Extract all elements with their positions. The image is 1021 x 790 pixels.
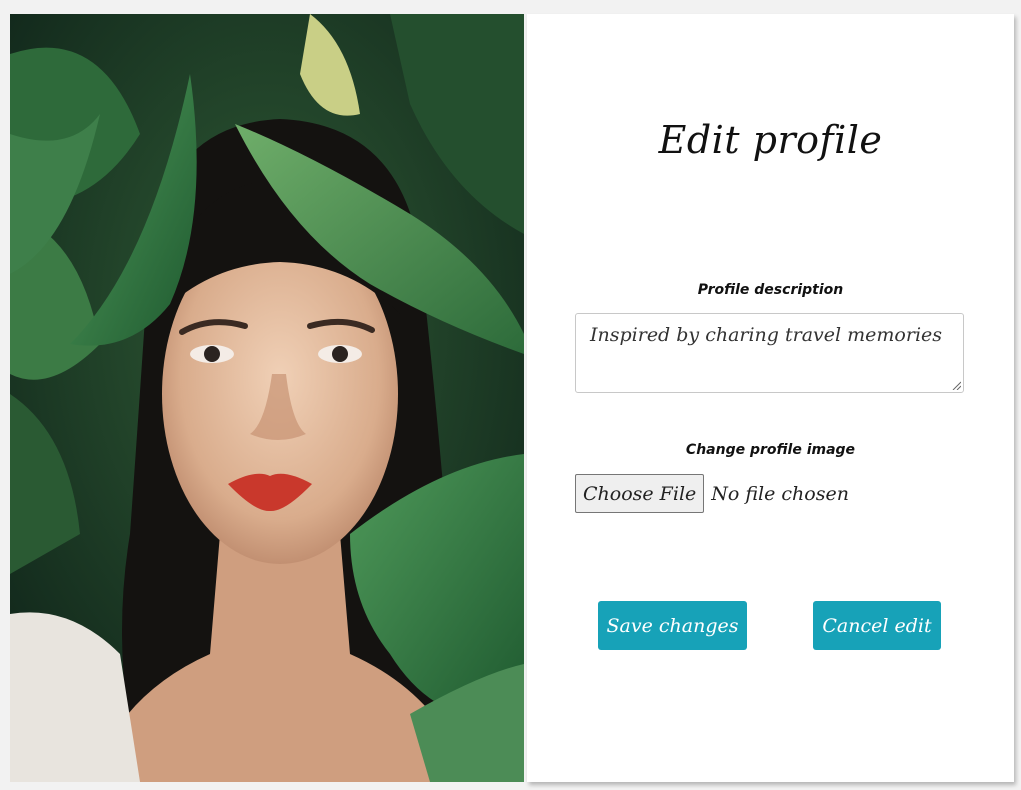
page-title: Edit profile <box>658 118 883 162</box>
change-profile-image-label: Change profile image <box>685 442 856 458</box>
profile-description-label: Profile description <box>697 282 844 298</box>
file-input[interactable]: Choose File No file chosen <box>575 474 849 513</box>
resize-grip-icon[interactable] <box>951 380 961 390</box>
profile-photo-illustration <box>10 14 524 782</box>
profile-photo <box>10 14 524 782</box>
cancel-edit-button[interactable]: Cancel edit <box>813 601 941 650</box>
edit-profile-form: Edit profile Profile description Inspire… <box>527 14 1014 782</box>
save-changes-button[interactable]: Save changes <box>598 601 747 650</box>
file-status-text: No file chosen <box>711 482 849 505</box>
choose-file-button[interactable]: Choose File <box>575 474 705 513</box>
edit-profile-page: Edit profile Profile description Inspire… <box>0 0 1021 790</box>
profile-description-input[interactable]: Inspired by charing travel memories <box>575 313 964 393</box>
